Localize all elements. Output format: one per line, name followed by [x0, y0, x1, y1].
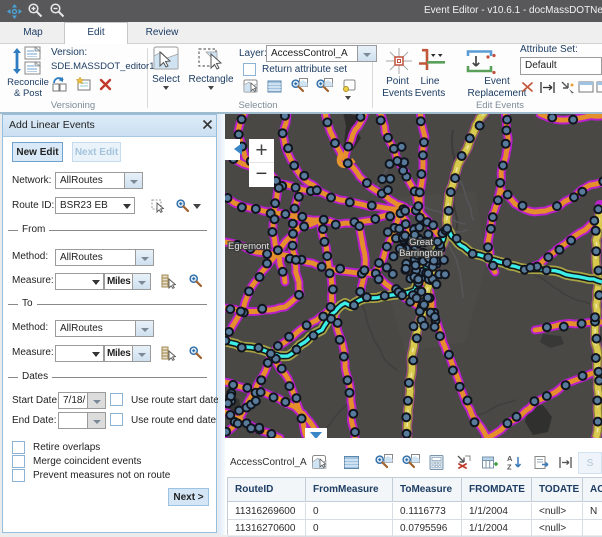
- svg-text:Egremont: Egremont: [228, 241, 270, 252]
- svg-text:Great: Great: [409, 237, 433, 248]
- svg-text:Barrington: Barrington: [399, 248, 443, 259]
- svg-text:Z: Z: [507, 463, 512, 472]
